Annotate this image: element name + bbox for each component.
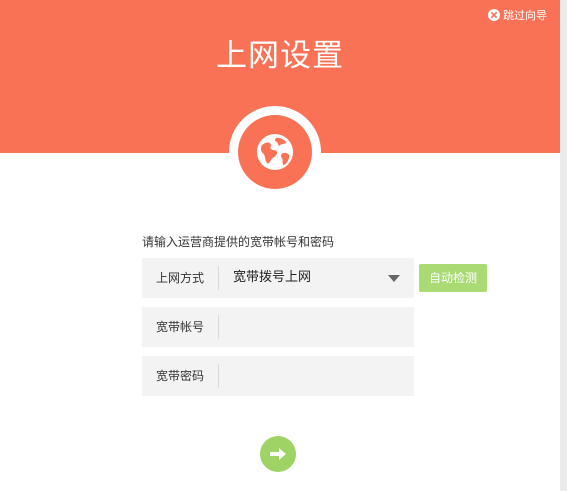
page-title: 上网设置 bbox=[216, 38, 344, 74]
account-label: 宽带帐号 bbox=[155, 320, 204, 334]
window-edge bbox=[560, 0, 567, 491]
password-label: 宽带密码 bbox=[155, 369, 204, 383]
setup-wizard-page: 跳过向导 上网设置 请输入运营商提供的宽带帐号和密码 上网方式 宽带拨号上网 自… bbox=[0, 0, 567, 491]
skip-wizard-link[interactable]: 跳过向导 bbox=[488, 7, 547, 23]
field-divider bbox=[218, 266, 219, 290]
account-input[interactable] bbox=[220, 307, 410, 347]
next-button[interactable] bbox=[260, 436, 296, 472]
connection-type-value: 宽带拨号上网 bbox=[233, 270, 312, 285]
arrow-right-icon bbox=[270, 448, 286, 460]
auto-detect-button[interactable]: 自动检测 bbox=[419, 264, 487, 292]
password-field-row: 宽带密码 bbox=[142, 356, 414, 396]
form-prompt: 请输入运营商提供的宽带帐号和密码 bbox=[142, 235, 335, 249]
skip-wizard-label: 跳过向导 bbox=[503, 9, 547, 22]
globe-badge-inner bbox=[238, 115, 312, 189]
field-divider bbox=[218, 315, 219, 339]
chevron-down-icon[interactable] bbox=[388, 275, 400, 282]
password-input[interactable] bbox=[220, 356, 410, 396]
close-circle-icon bbox=[488, 9, 500, 21]
globe-badge bbox=[229, 106, 321, 198]
account-field-row: 宽带帐号 bbox=[142, 307, 414, 347]
connection-type-label: 上网方式 bbox=[155, 271, 204, 285]
connection-type-select[interactable]: 上网方式 宽带拨号上网 bbox=[142, 258, 414, 298]
field-divider bbox=[218, 364, 219, 388]
globe-icon bbox=[256, 133, 294, 171]
